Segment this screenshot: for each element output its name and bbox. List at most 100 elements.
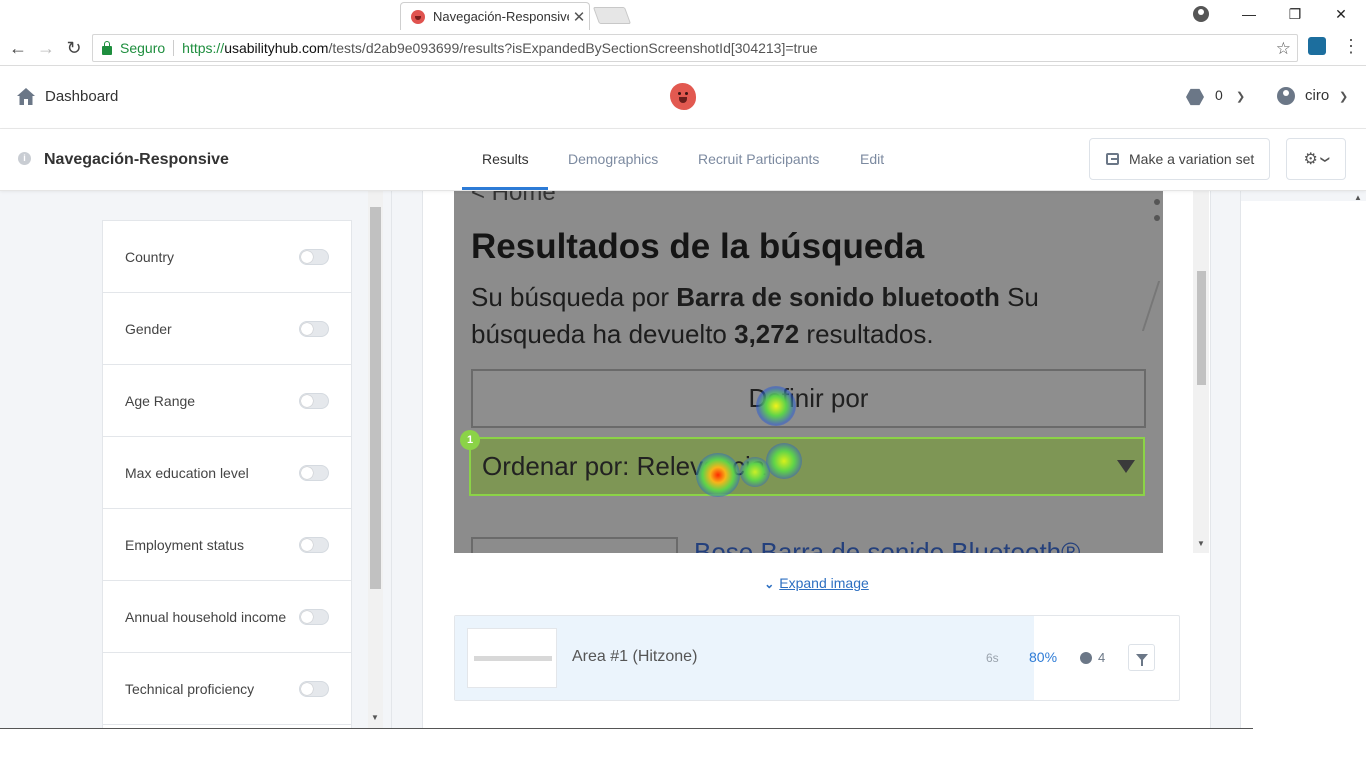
- filter-label: Employment status: [125, 536, 245, 553]
- user-name[interactable]: ciro: [1305, 87, 1329, 104]
- credits-chevron-down-icon[interactable]: ❯: [1236, 90, 1245, 103]
- demographic-filters-panel: Country Gender Age Range Max education leve…: [102, 220, 352, 729]
- sidebar-scrollbar[interactable]: ▼: [368, 191, 383, 729]
- bottom-border: [0, 728, 1253, 729]
- screenshot-scrollbar[interactable]: ▼: [1193, 191, 1209, 553]
- tab-edit[interactable]: Edit: [860, 151, 884, 167]
- filter-label: Gender: [125, 320, 172, 337]
- results-panel: < Home Resultados de la búsqueda Su búsq…: [422, 191, 1211, 729]
- filter-label: Annual household income: [125, 608, 287, 625]
- active-tab-indicator: [462, 187, 548, 190]
- credits-count[interactable]: 0: [1215, 87, 1223, 103]
- screenshot-bold-text: Barra de sonido bluetooth: [676, 282, 1000, 312]
- screenshot-bold-text: 3,272: [734, 319, 800, 349]
- filter-row[interactable]: Annual household income: [103, 581, 351, 653]
- tab-title: Navegación-Responsive: [433, 9, 569, 24]
- user-chevron-down-icon[interactable]: ❯: [1339, 90, 1348, 103]
- filter-toggle[interactable]: [299, 464, 329, 481]
- filter-row[interactable]: Technical proficiency: [103, 653, 351, 725]
- scroll-down-arrow-icon[interactable]: ▼: [371, 713, 379, 722]
- expand-image-link[interactable]: ⌄ Expand image: [423, 575, 1210, 591]
- browser-profile-icon[interactable]: [1193, 6, 1209, 22]
- filter-funnel-icon: [1135, 654, 1148, 666]
- filter-toggle[interactable]: [299, 392, 329, 409]
- heatmap-spot: [766, 443, 802, 479]
- column-divider: [391, 191, 392, 729]
- app-header: Dashboard 0 ❯ ciro ❯: [0, 66, 1366, 129]
- hitzone-name: Area #1 (Hitzone): [572, 648, 698, 665]
- heatmap-spot: [740, 457, 770, 487]
- filter-label: Country: [125, 248, 175, 265]
- settings-menu-button[interactable]: ⚙ ❯: [1286, 138, 1346, 180]
- back-arrow-icon[interactable]: ←: [6, 36, 30, 60]
- bookmark-star-icon[interactable]: ☆: [1276, 39, 1291, 59]
- address-bar[interactable]: Seguro https:// usabilityhub.com /tests/…: [92, 34, 1298, 62]
- usabilityhub-logo[interactable]: [670, 83, 696, 110]
- filter-row[interactable]: Age Range: [103, 365, 351, 437]
- user-avatar-icon[interactable]: [1277, 87, 1295, 105]
- hitzone-time: 6s: [986, 651, 999, 665]
- credits-icon[interactable]: [1186, 88, 1204, 106]
- hitzone-percent: 80%: [1029, 649, 1058, 665]
- filter-row[interactable]: Country: [103, 221, 351, 293]
- scroll-up-arrow-icon[interactable]: ▲: [1354, 193, 1362, 202]
- hitzone-area[interactable]: Ordenar por: Relevancia: [469, 437, 1145, 496]
- chevron-down-icon: ❯: [1320, 155, 1331, 163]
- browser-menu-icon[interactable]: ⋮: [1342, 36, 1360, 57]
- filter-toggle[interactable]: [299, 536, 329, 553]
- filter-row[interactable]: Gender: [103, 293, 351, 365]
- chevron-down-icon: ⌄: [764, 577, 775, 591]
- results-content: Country Gender Age Range Max education leve…: [0, 191, 1366, 729]
- filter-toggle[interactable]: [299, 608, 329, 625]
- usabilityhub-favicon-icon: [411, 9, 425, 24]
- filter-row[interactable]: Max education level: [103, 437, 351, 509]
- window-close-icon[interactable]: ✕: [1318, 0, 1364, 28]
- tab-close-icon[interactable]: ✕: [569, 8, 589, 26]
- browser-tab-bar: Navegación-Responsive ✕ — ❐ ✕: [0, 0, 1366, 30]
- filter-toggle[interactable]: [299, 320, 329, 337]
- filter-toggle[interactable]: [299, 680, 329, 697]
- home-icon[interactable]: [17, 88, 35, 105]
- screenshot-dot: [1154, 199, 1160, 205]
- filter-toggle[interactable]: [299, 248, 329, 265]
- scroll-down-arrow-icon[interactable]: ▼: [1197, 539, 1205, 548]
- info-icon[interactable]: i: [18, 152, 31, 165]
- filter-by-hitzone-button[interactable]: [1128, 644, 1155, 671]
- tab-recruit-participants[interactable]: Recruit Participants: [698, 151, 819, 167]
- sidebar-scroll-thumb[interactable]: [370, 207, 381, 589]
- heatmap-screenshot[interactable]: < Home Resultados de la búsqueda Su búsq…: [454, 191, 1163, 553]
- filter-label: Technical proficiency: [125, 680, 255, 697]
- heatmap-spot: [696, 453, 740, 497]
- dashboard-link[interactable]: Dashboard: [45, 88, 118, 105]
- hitzone-thumbnail: [467, 628, 557, 688]
- minimize-icon[interactable]: —: [1226, 0, 1272, 28]
- screenshot-define-button: Definir por: [471, 369, 1146, 428]
- filter-label: Age Range: [125, 392, 196, 409]
- hitzone-result-row[interactable]: Area #1 (Hitzone) 6s 80% 4: [454, 615, 1180, 701]
- screenshot-edge-line: [1141, 281, 1163, 331]
- reload-icon[interactable]: ↻: [62, 36, 86, 60]
- screenshot-heading: Resultados de la búsqueda: [471, 227, 925, 266]
- logo-eye: [685, 92, 688, 95]
- variation-set-icon: [1106, 153, 1119, 165]
- participants-count: 4: [1098, 650, 1106, 665]
- screenshot-text: resultados.: [799, 319, 934, 349]
- forward-arrow-icon[interactable]: →: [34, 36, 58, 60]
- address-separator: [173, 40, 175, 56]
- browser-toolbar: ← → ↻ Seguro https:// usabilityhub.com /…: [0, 30, 1366, 66]
- restore-icon[interactable]: ❐: [1272, 0, 1318, 28]
- filter-row[interactable]: Employment status: [103, 509, 351, 581]
- test-subheader: i Navegación-Responsive Results Demograp…: [0, 129, 1366, 191]
- filter-label: Max education level: [125, 464, 249, 481]
- logo-mouth: [679, 97, 687, 103]
- screenshot-scroll-thumb[interactable]: [1197, 271, 1206, 385]
- make-variation-set-button[interactable]: Make a variation set: [1089, 138, 1270, 180]
- extension-icon[interactable]: [1308, 37, 1326, 55]
- tab-results[interactable]: Results: [482, 151, 529, 167]
- browser-tab[interactable]: Navegación-Responsive ✕: [400, 2, 590, 30]
- new-tab-button[interactable]: [592, 7, 632, 24]
- test-title: Navegación-Responsive: [44, 151, 229, 168]
- dropdown-triangle-icon: [1117, 460, 1135, 473]
- tab-demographics[interactable]: Demographics: [568, 151, 658, 167]
- heatmap-spot: [756, 386, 796, 426]
